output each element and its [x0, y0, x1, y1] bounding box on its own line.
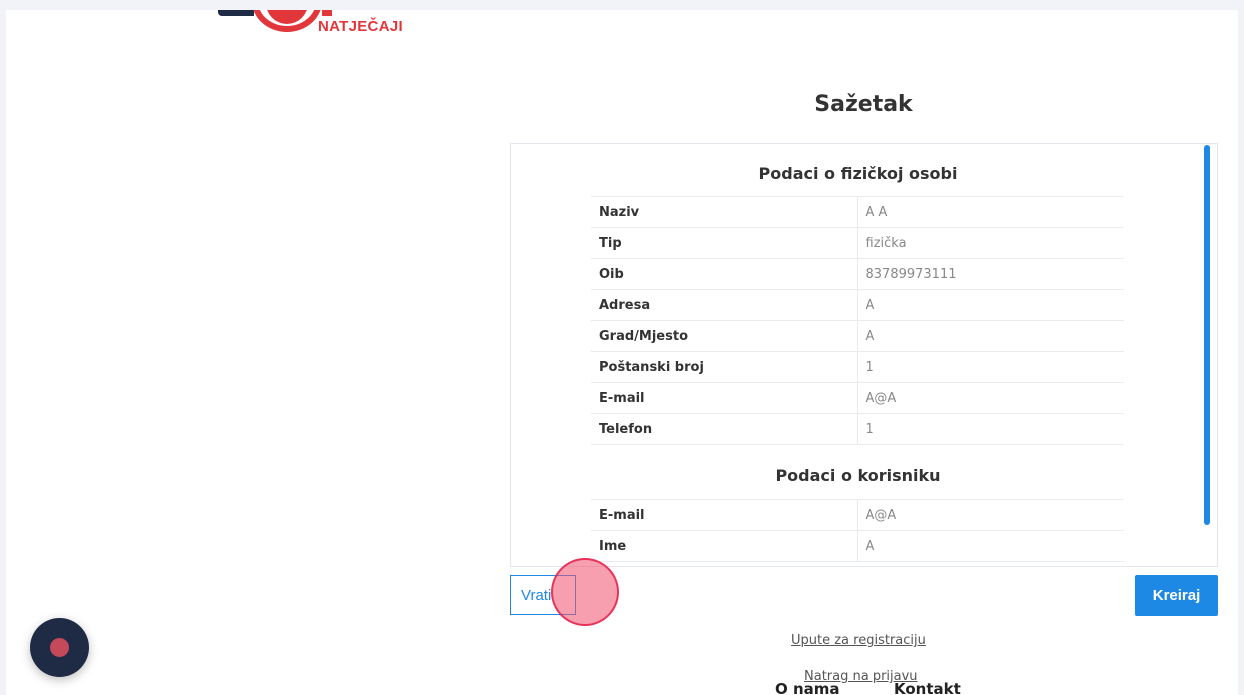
summary-scrollbar[interactable] [1204, 145, 1210, 525]
row-value: fizička [865, 235, 907, 251]
row-value: 1 [865, 359, 874, 375]
table-row: Tip fizička [591, 227, 1124, 259]
table-row: Adresa A [591, 289, 1124, 321]
logo-text: NATJEČAJI [318, 18, 403, 35]
row-value: A@A [865, 507, 897, 523]
chat-dot [50, 638, 69, 657]
person-section-title: Podaci o fizičkoj osobi [758, 164, 958, 183]
footer-about-link[interactable]: O nama [775, 680, 840, 695]
row-value: A@A [865, 390, 897, 406]
create-button[interactable]: Kreiraj [1135, 575, 1218, 616]
person-info-table: Naziv A A Tip fizička Oib 83789973111 Adres… [591, 196, 1124, 445]
chat-bubble-icon[interactable] [30, 618, 89, 677]
row-value: A [865, 297, 875, 313]
table-row: E-mail A@A [591, 382, 1124, 414]
table-row: Telefon 1 [591, 413, 1124, 445]
row-value: 1 [865, 421, 874, 437]
row-value: A [865, 328, 875, 344]
back-button[interactable]: Vrati [510, 575, 576, 615]
row-label: Poštanski broj [591, 351, 858, 383]
row-value: A [865, 538, 875, 554]
row-label: E-mail [591, 382, 858, 414]
row-label: Ime [591, 530, 858, 562]
row-value: A A [865, 204, 888, 220]
page-title: Sažetak [814, 92, 913, 117]
logo-dark-shape [218, 10, 254, 16]
logo-red-bar [322, 10, 332, 16]
row-value: 83789973111 [865, 266, 957, 282]
user-info-table: E-mail A@A Ime A [591, 499, 1124, 562]
row-label: Naziv [591, 196, 858, 228]
table-row: Grad/Mjesto A [591, 320, 1124, 352]
footer-contact-link[interactable]: Kontakt [894, 680, 961, 695]
table-row: E-mail A@A [591, 499, 1124, 531]
row-label: Telefon [591, 413, 858, 445]
table-row: Poštanski broj 1 [591, 351, 1124, 383]
row-label: E-mail [591, 499, 858, 531]
summary-panel[interactable]: Podaci o fizičkoj osobi Naziv A A Tip fizi… [510, 143, 1218, 567]
registration-guide-link[interactable]: Upute za registraciju [791, 633, 926, 648]
page: NATJEČAJI Sažetak Podaci o fizičkoj osob… [6, 10, 1238, 695]
row-label: Oib [591, 258, 858, 290]
table-row: Oib 83789973111 [591, 258, 1124, 290]
row-label: Adresa [591, 289, 858, 321]
table-row: Ime A [591, 530, 1124, 562]
row-label: Grad/Mjesto [591, 320, 858, 352]
brand-logo[interactable]: NATJEČAJI [218, 10, 418, 36]
row-label: Tip [591, 227, 858, 259]
table-row: Naziv A A [591, 196, 1124, 228]
user-section-title: Podaci o korisniku [775, 466, 941, 485]
